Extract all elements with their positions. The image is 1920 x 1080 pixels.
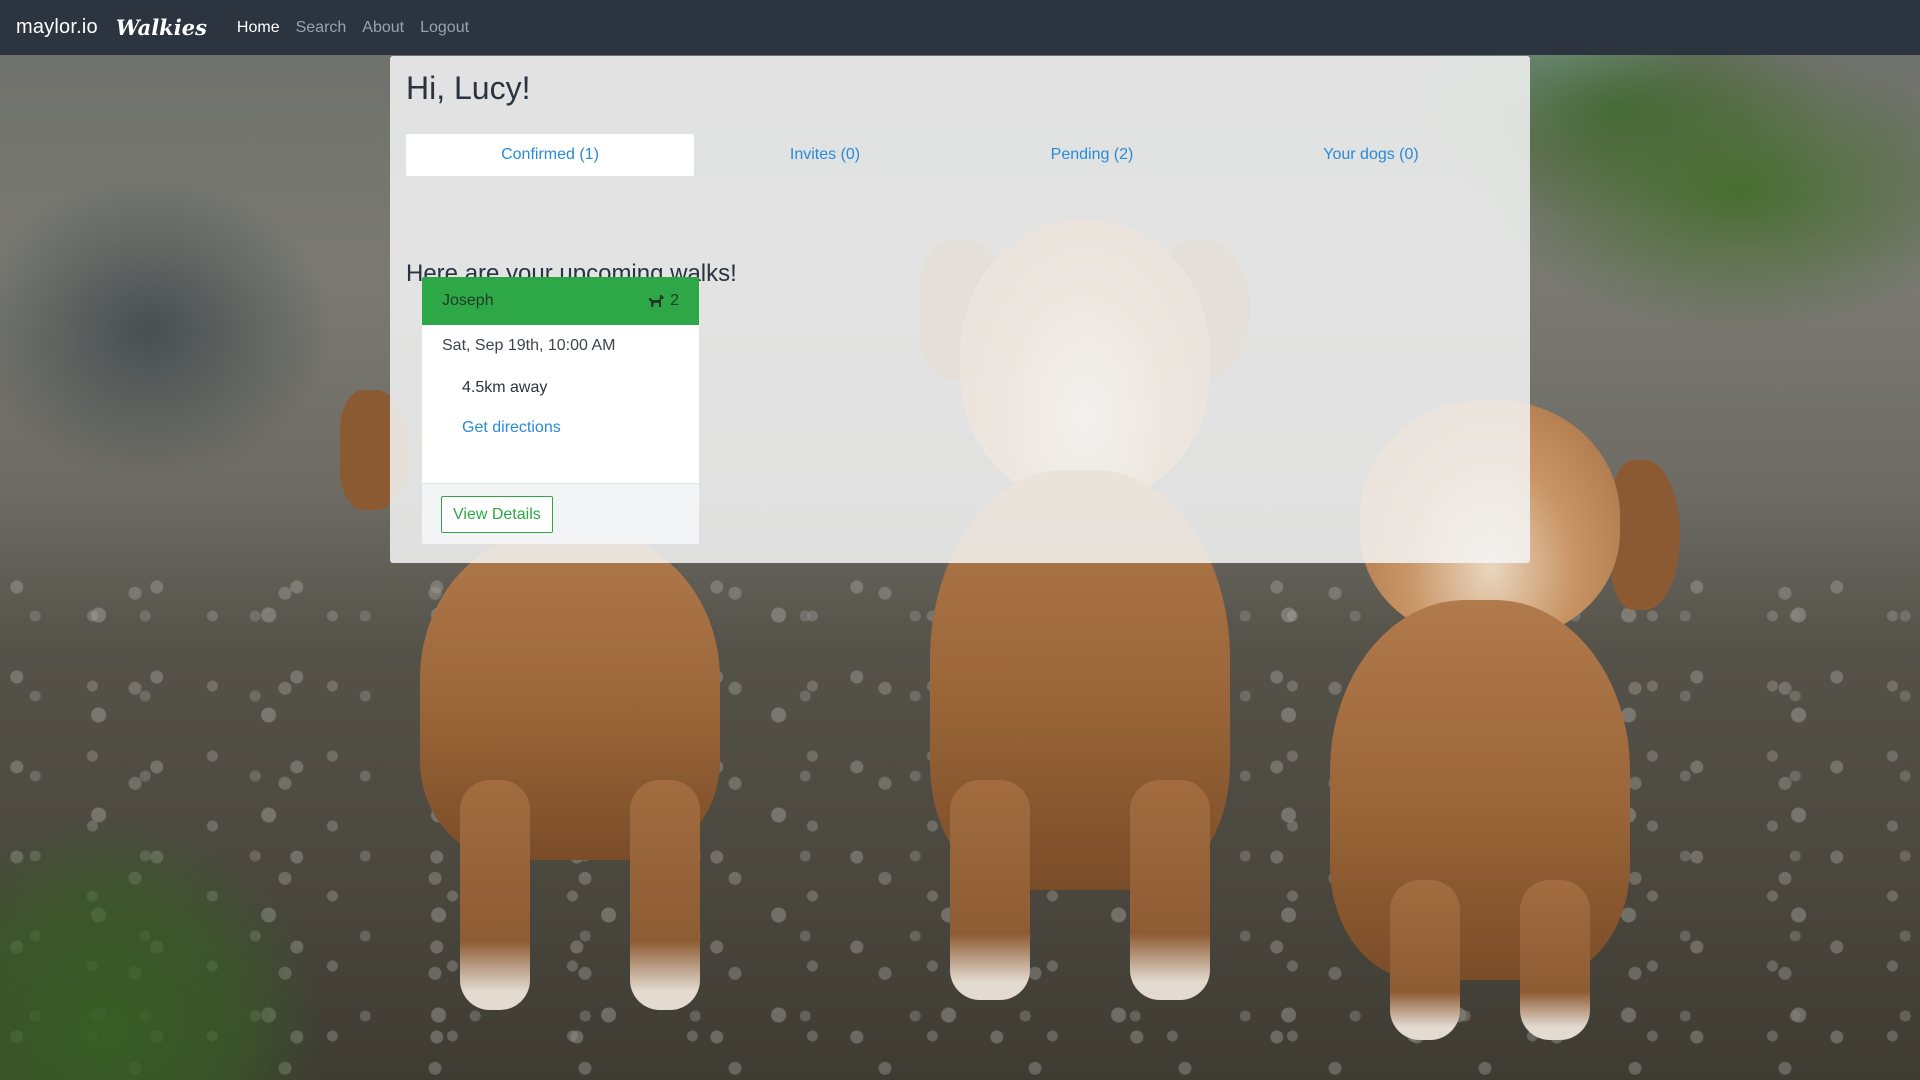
nav-link-logout[interactable]: Logout — [420, 19, 469, 37]
tab-invites[interactable]: Invites (0) — [694, 134, 956, 176]
get-directions-link[interactable]: Get directions — [462, 419, 561, 437]
view-details-button[interactable]: View Details — [441, 496, 553, 533]
walk-card-footer: View Details — [422, 483, 699, 544]
walk-distance: 4.5km away — [462, 379, 548, 396]
tab-your-dogs[interactable]: Your dogs (0) — [1228, 134, 1514, 176]
walk-card: Joseph 2 Sat, Sep 19th, 10:00 AM 4.5km a… — [422, 277, 699, 544]
walk-tabs: Confirmed (1) Invites (0) Pending (2) Yo… — [406, 134, 1514, 176]
walk-date: Sat, Sep 19th, 10:00 AM — [442, 337, 616, 354]
top-navbar: maylor.io Walkies Home Search About Logo… — [0, 0, 1920, 55]
app-logo[interactable]: Walkies — [116, 15, 207, 40]
brand-logo[interactable]: maylor.io — [16, 16, 98, 39]
nav-link-about[interactable]: About — [362, 19, 404, 37]
walk-card-header: Joseph 2 — [422, 277, 699, 325]
grass-patch — [0, 820, 320, 1080]
dog-count-badge: 2 — [648, 292, 679, 310]
dog-count-value: 2 — [670, 292, 679, 309]
tab-pending[interactable]: Pending (2) — [956, 134, 1228, 176]
nav-link-search[interactable]: Search — [296, 19, 347, 37]
walk-owner-name: Joseph — [442, 292, 494, 309]
nav-link-home[interactable]: Home — [237, 19, 280, 37]
dashboard-panel: Hi, Lucy! Confirmed (1) Invites (0) Pend… — [390, 56, 1530, 563]
tab-confirmed[interactable]: Confirmed (1) — [406, 134, 694, 176]
dog-icon — [648, 294, 665, 308]
page-title: Hi, Lucy! — [406, 70, 531, 106]
